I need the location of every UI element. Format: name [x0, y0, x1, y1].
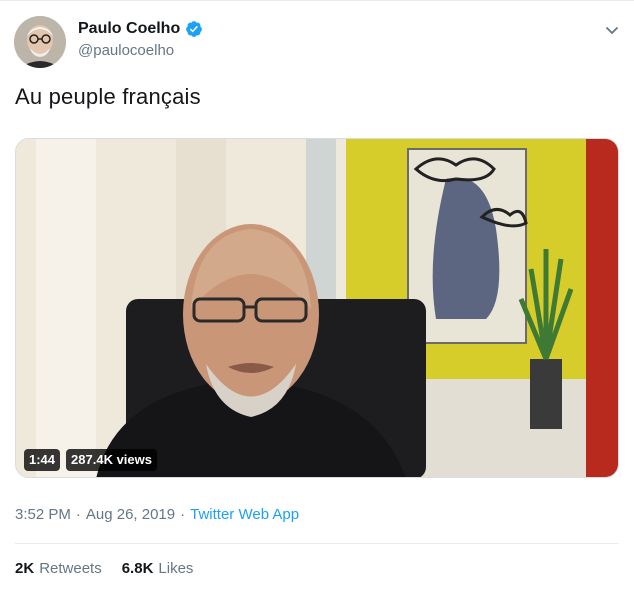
- author-name-row[interactable]: Paulo Coelho: [78, 20, 203, 38]
- chevron-down-icon[interactable]: [604, 22, 620, 38]
- tweet-meta: 3:52 PM · Aug 26, 2019 · Twitter Web App: [15, 506, 299, 523]
- tweet-date[interactable]: Aug 26, 2019: [86, 506, 175, 523]
- meta-separator: ·: [180, 506, 186, 523]
- author-handle[interactable]: @paulocoelho: [78, 42, 174, 59]
- likes-count: 6.8K: [121, 560, 154, 577]
- author-display-name[interactable]: Paulo Coelho: [78, 20, 180, 38]
- likes-label: Likes: [158, 560, 194, 577]
- video-duration: 1:44: [24, 449, 61, 471]
- tweet-text: Au peuple français: [15, 84, 201, 109]
- video-views: 287.4K views: [66, 449, 157, 471]
- retweets-label: Retweets: [39, 560, 102, 577]
- verified-badge-icon: [186, 21, 203, 37]
- top-border: [0, 0, 634, 1]
- tweet-stats: 2K Retweets 6.8K Likes: [15, 560, 193, 577]
- tweet-source-link[interactable]: Twitter Web App: [190, 506, 299, 523]
- divider: [15, 543, 619, 544]
- video-overlay: 1:44 287.4K views: [24, 449, 157, 471]
- tweet-time[interactable]: 3:52 PM: [15, 506, 71, 523]
- avatar[interactable]: [14, 16, 66, 68]
- meta-separator: ·: [75, 506, 81, 523]
- retweets-count: 2K: [15, 560, 35, 577]
- likes-stat[interactable]: 6.8K Likes: [122, 560, 194, 577]
- video-thumbnail: [16, 139, 618, 477]
- retweets-stat[interactable]: 2K Retweets: [15, 560, 102, 577]
- video-player[interactable]: [15, 138, 619, 478]
